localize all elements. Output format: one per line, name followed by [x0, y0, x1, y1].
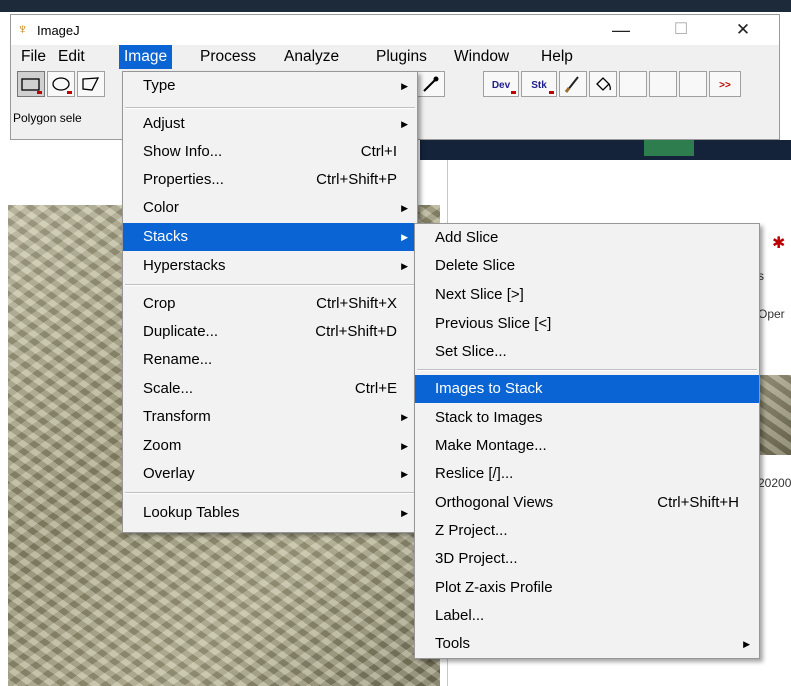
image-menu-duplicate[interactable]: Duplicate... Ctrl+Shift+D	[123, 318, 417, 346]
submenu-arrow-icon: ▶	[401, 119, 408, 129]
image-menu-overlay[interactable]: Overlay ▶	[123, 460, 417, 488]
close-button[interactable]: ✕	[723, 18, 763, 42]
submenu-arrow-icon: ▶	[401, 203, 408, 213]
stacks-z-project[interactable]: Z Project...	[415, 517, 759, 545]
stacks-tools[interactable]: Tools ▶	[415, 630, 759, 658]
stacks-plot-z-axis-profile[interactable]: Plot Z-axis Profile	[415, 574, 759, 602]
stacks-label[interactable]: Label...	[415, 602, 759, 630]
background-fragment-open: Oper	[758, 307, 785, 321]
stk-menu-icon[interactable]: Stk	[521, 71, 557, 97]
menu-separator	[125, 284, 415, 286]
minimize-button[interactable]: —	[601, 18, 641, 42]
menu-help[interactable]: Help	[536, 45, 578, 69]
menu-file[interactable]: File	[16, 45, 51, 69]
menu-separator	[125, 107, 415, 109]
rectangle-tool-icon[interactable]	[17, 71, 45, 97]
empty-tool-slot-2[interactable]	[649, 71, 677, 97]
background-window-strip	[420, 140, 791, 160]
image-menu-rename[interactable]: Rename...	[123, 346, 417, 374]
stacks-submenu: Add Slice Delete Slice Next Slice [>] Pr…	[414, 223, 760, 659]
empty-tool-slot-1[interactable]	[619, 71, 647, 97]
empty-tool-slot-3[interactable]	[679, 71, 707, 97]
image-menu-zoom[interactable]: Zoom ▶	[123, 432, 417, 460]
stacks-orthogonal-views[interactable]: Orthogonal Views Ctrl+Shift+H	[415, 489, 759, 517]
stacks-3d-project[interactable]: 3D Project...	[415, 545, 759, 573]
image-menu-hyperstacks[interactable]: Hyperstacks ▶	[123, 252, 417, 280]
image-menu-transform[interactable]: Transform ▶	[123, 403, 417, 431]
stacks-next-slice[interactable]: Next Slice [>]	[415, 281, 759, 309]
submenu-arrow-icon: ▶	[401, 469, 408, 479]
menu-analyze[interactable]: Analyze	[279, 45, 344, 69]
submenu-arrow-icon: ▶	[743, 639, 750, 649]
menu-window[interactable]: Window	[449, 45, 514, 69]
image-menu-color[interactable]: Color ▶	[123, 194, 417, 222]
polygon-tool-icon[interactable]	[77, 71, 105, 97]
image-menu-type[interactable]: Type ▶	[123, 72, 417, 100]
menu-separator	[417, 369, 757, 371]
stacks-stack-to-images[interactable]: Stack to Images	[415, 404, 759, 432]
brush-tool-icon[interactable]	[559, 71, 587, 97]
submenu-arrow-icon: ▶	[401, 441, 408, 451]
menu-bar: File Edit Image Process Analyze Plugins …	[11, 45, 779, 69]
image-menu: Type ▶ Adjust ▶ Show Info... Ctrl+I Propert…	[122, 71, 418, 533]
stacks-make-montage[interactable]: Make Montage...	[415, 432, 759, 460]
image-menu-crop[interactable]: Crop Ctrl+Shift+X	[123, 290, 417, 318]
menu-edit[interactable]: Edit	[53, 45, 90, 69]
menu-image[interactable]: Image	[119, 45, 173, 69]
menu-process[interactable]: Process	[195, 45, 261, 69]
image-menu-show-info[interactable]: Show Info... Ctrl+I	[123, 138, 417, 166]
image-menu-scale[interactable]: Scale... Ctrl+E	[123, 375, 417, 403]
stacks-set-slice[interactable]: Set Slice...	[415, 338, 759, 366]
maximize-button[interactable]: ☐	[661, 18, 701, 42]
image-menu-adjust[interactable]: Adjust ▶	[123, 110, 417, 138]
submenu-arrow-icon: ▶	[401, 81, 408, 91]
desktop-background	[0, 0, 791, 12]
image-menu-properties[interactable]: Properties... Ctrl+Shift+P	[123, 166, 417, 194]
background-panel: ✱ s Oper	[756, 225, 791, 375]
more-tools-icon[interactable]: >>	[709, 71, 741, 97]
stacks-delete-slice[interactable]: Delete Slice	[415, 252, 759, 280]
flood-fill-icon[interactable]	[589, 71, 617, 97]
background-taskbar-icon	[644, 138, 694, 156]
image-menu-lookup-tables[interactable]: Lookup Tables ▶	[123, 499, 417, 527]
image-menu-stacks[interactable]: Stacks ▶	[123, 223, 417, 251]
background-image-fragment	[756, 375, 791, 455]
stacks-add-slice[interactable]: Add Slice	[415, 224, 759, 252]
submenu-arrow-icon: ▶	[401, 261, 408, 271]
dropper-tool-icon[interactable]	[417, 71, 445, 97]
submenu-arrow-icon: ▶	[401, 232, 408, 242]
star-icon: ✱	[772, 235, 786, 252]
oval-tool-icon[interactable]	[47, 71, 75, 97]
microscope-icon: ♆	[17, 21, 29, 38]
menu-plugins[interactable]: Plugins	[371, 45, 432, 69]
submenu-arrow-icon: ▶	[401, 412, 408, 422]
stacks-previous-slice[interactable]: Previous Slice [<]	[415, 310, 759, 338]
dev-menu-icon[interactable]: Dev	[483, 71, 519, 97]
stacks-images-to-stack[interactable]: Images to Stack	[415, 375, 759, 403]
title-bar[interactable]: ♆ ImageJ — ☐ ✕	[11, 15, 779, 45]
stacks-reslice[interactable]: Reslice [/]...	[415, 460, 759, 488]
menu-separator	[125, 492, 415, 494]
window-title: ImageJ	[37, 23, 80, 38]
submenu-arrow-icon: ▶	[401, 508, 408, 518]
background-fragment-date: 20200	[758, 476, 791, 490]
